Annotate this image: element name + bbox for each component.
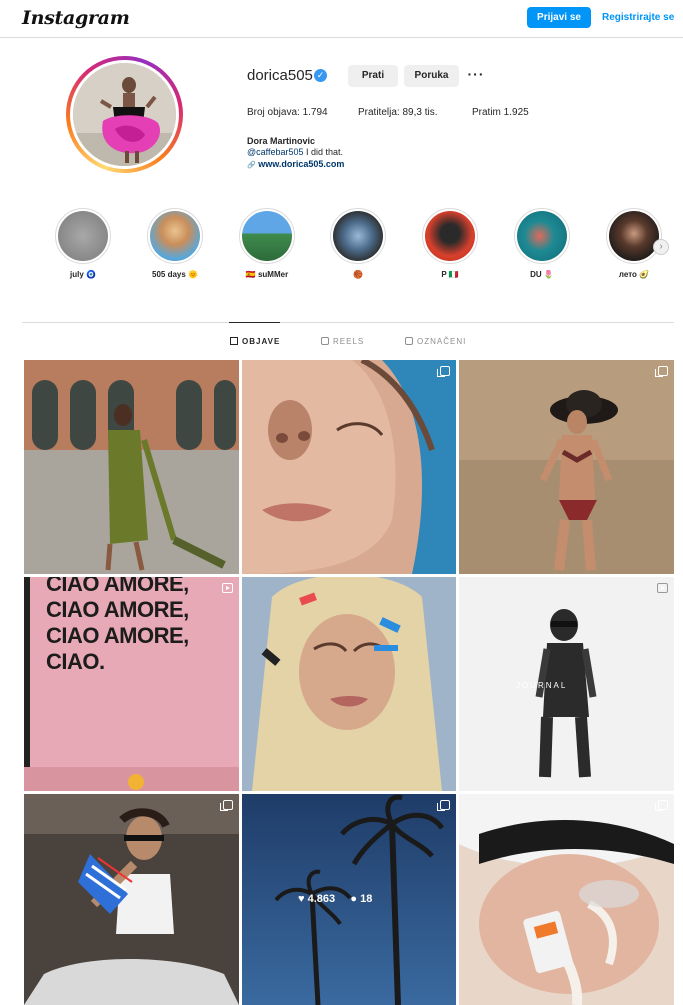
profile-username: dorica505 [247,67,313,84]
highlight-cover [425,211,475,261]
tabs-divider [22,322,674,323]
carousel-icon [655,800,668,811]
message-button[interactable]: Poruka [404,65,459,87]
highlight-item[interactable]: 🇪🇸 suMMer [237,208,297,279]
highlight-cover [58,211,108,261]
post-image [459,360,674,574]
chevron-right-icon[interactable]: › [653,239,669,255]
avatar-image [73,63,176,166]
highlight-label: 505 days 🌞 [152,270,198,279]
profile-website[interactable]: 🔗 www.dorica505.com [247,159,344,169]
highlight-cover [333,211,383,261]
tab-tagged[interactable]: OZNAČENI [405,337,466,346]
follow-button[interactable]: Prati [348,65,398,87]
bio-text: I did that. [303,147,344,157]
post-decoration [24,577,239,791]
post-thumbnail[interactable] [24,360,239,574]
heart-icon: ♥ [298,893,305,905]
post-thumbnail[interactable]: JOURNAL [459,577,674,791]
posts-count: Broj objava: 1.794 [247,107,328,118]
login-button[interactable]: Prijavi se [527,7,591,28]
carousel-icon [220,800,233,811]
highlight-item[interactable]: 505 days 🌞 [145,208,205,279]
active-tab-indicator [229,322,280,323]
post-thumbnail[interactable] [24,794,239,1005]
website-link[interactable]: www.dorica505.com [258,159,344,169]
followers-count[interactable]: Pratitelja: 89,3 tis. [358,107,437,118]
carousel-icon [437,800,450,811]
reels-icon [321,337,329,345]
post-thumbnail[interactable] [459,794,674,1005]
avatar-photo [73,63,176,166]
grid-icon [230,337,238,345]
highlight-cover [517,211,567,261]
post-image [242,577,456,791]
profile-full-name: Dora Martinovic [247,136,316,146]
post-thumbnail[interactable]: ♥ 4.863 ● 18 [242,794,456,1005]
journal-text: JOURNAL [516,681,568,690]
following-count[interactable]: Pratim 1.925 [472,107,529,118]
highlight-label: july 🧿 [70,270,96,279]
highlight-item[interactable]: P 🇮🇹 [420,208,480,279]
post-thumbnail[interactable] [459,360,674,574]
likes-count: 4.863 [307,893,336,905]
more-options-icon[interactable]: ··· [466,64,486,84]
post-hover-stats: ♥ 4.863 ● 18 [298,893,372,905]
highlight-label: лето 🥑 [618,270,650,279]
profile-avatar[interactable] [66,56,183,173]
tab-reels[interactable]: REELS [321,337,364,346]
bio-mention-link[interactable]: @caffebar505 [247,147,304,157]
comments-count: 18 [360,893,373,905]
instagram-logo[interactable]: Instagram [22,7,130,29]
highlight-label: 🇪🇸 suMMer [245,270,289,279]
highlight-item[interactable]: DU 🌷 [512,208,572,279]
tagged-icon [405,337,413,345]
highlight-item[interactable]: july 🧿 [53,208,113,279]
carousel-icon [437,366,450,377]
verified-icon: ✓ [314,69,327,82]
comment-icon: ● [350,893,358,905]
post-thumbnail[interactable] [242,577,456,791]
post-image [242,360,456,574]
profile-bio: @caffebar505 I did that. [247,147,343,157]
carousel-icon [655,366,668,377]
highlight-cover [242,211,292,261]
top-bar: Instagram Prijavi se Registrirajte se [0,0,683,38]
reel-icon [222,583,233,593]
post-image [24,360,239,574]
post-thumbnail[interactable]: CIAO AMORE, CIAO AMORE, CIAO AMORE, CIAO… [24,577,239,791]
highlight-label: 🏀 [353,270,363,279]
register-link[interactable]: Registrirajte se [602,7,674,28]
tab-posts[interactable]: OBJAVE [230,337,280,346]
highlight-item[interactable]: 🏀 [328,208,388,279]
link-icon: 🔗 [247,162,256,169]
reel-icon [657,583,668,593]
post-image [459,794,674,1005]
highlight-cover [150,211,200,261]
post-image [24,794,239,1005]
post-thumbnail[interactable] [242,360,456,574]
highlight-cover [609,211,659,261]
highlight-label: DU 🌷 [530,270,554,279]
highlight-label: P 🇮🇹 [441,270,459,279]
